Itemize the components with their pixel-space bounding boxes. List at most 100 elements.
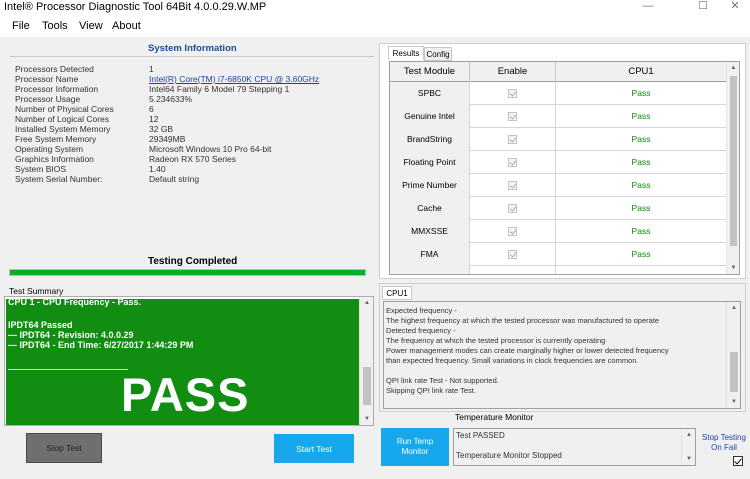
menu-about[interactable]: About	[112, 20, 141, 32]
scroll-up-icon[interactable]: ▲	[682, 429, 695, 441]
cpu1-log-text[interactable]: Expected frequency - The highest frequen…	[383, 301, 741, 409]
info-value-processor-name[interactable]: Intel(R) Core(TM) i7-6850K CPU @ 3.60GHz	[149, 74, 319, 84]
stop-testing-on-fail-label-line1: Stop Testing	[702, 433, 746, 442]
cell-enable	[470, 174, 556, 197]
enable-checkbox[interactable]	[508, 250, 517, 260]
table-row[interactable]: SPBC Pass	[390, 82, 727, 105]
summary-line: --- IPDT64 - End Time: 6/27/2017 1:44:29…	[8, 340, 194, 350]
enable-checkbox[interactable]	[508, 227, 517, 237]
info-label-operating-system: Operating System	[15, 144, 84, 154]
info-label-serial-number: System Serial Number:	[15, 174, 103, 184]
test-summary-box[interactable]: CPU 1 - CPU Frequency - Pass. IPDT64 Pas…	[4, 296, 374, 426]
log-scrollbar[interactable]: ▲ ▼	[726, 302, 740, 408]
table-row[interactable]: BrandString Pass	[390, 128, 727, 151]
log-line: Detected frequency -	[386, 326, 456, 335]
scroll-thumb[interactable]	[730, 352, 738, 392]
menu-view[interactable]: View	[79, 20, 103, 32]
cell-enable	[470, 197, 556, 220]
window-title: Intel® Processor Diagnostic Tool 64Bit 4…	[4, 1, 267, 13]
menu-file[interactable]: File	[12, 20, 30, 32]
info-label-physical-cores: Number of Physical Cores	[15, 104, 114, 114]
table-row[interactable]	[390, 266, 727, 274]
progress-fill	[10, 270, 365, 275]
summary-separator	[8, 369, 128, 370]
header-enable[interactable]: Enable	[470, 62, 556, 82]
scroll-down-icon[interactable]: ▼	[360, 413, 374, 425]
scroll-up-icon[interactable]: ▲	[727, 302, 740, 314]
scroll-up-icon[interactable]: ▲	[360, 297, 374, 309]
scroll-down-icon[interactable]: ▼	[727, 262, 739, 274]
info-value-processors-detected: 1	[149, 64, 154, 74]
cell-enable	[470, 82, 556, 105]
summary-line: --- IPDT64 - Revision: 4.0.0.29	[8, 330, 134, 340]
enable-checkbox[interactable]	[508, 181, 517, 191]
summary-line: IPDT64 Passed	[8, 320, 73, 330]
cell-enable	[470, 105, 556, 128]
scroll-thumb[interactable]	[730, 76, 737, 246]
info-value-serial-number: Default string	[149, 174, 200, 184]
run-temp-monitor-label-line1: Run Temp	[396, 437, 434, 446]
start-test-button[interactable]: Start Test	[274, 434, 354, 463]
table-row[interactable]: Genuine Intel Pass	[390, 105, 727, 128]
temp-log-line: Temperature Monitor Stopped	[456, 451, 562, 460]
progress-bar	[9, 269, 366, 276]
tab-results[interactable]: Results	[388, 46, 424, 60]
temp-log-scrollbar[interactable]: ▲ ▼	[681, 429, 695, 465]
enable-checkbox[interactable]	[508, 204, 517, 214]
run-temp-monitor-button[interactable]: Run Temp Monitor	[381, 428, 449, 466]
cell-test-module: Prime Number	[390, 174, 470, 197]
test-summary-result-area: CPU 1 - CPU Frequency - Pass. IPDT64 Pas…	[6, 299, 360, 425]
info-label-logical-cores: Number of Logical Cores	[15, 114, 110, 124]
info-label-processor-usage: Processor Usage	[15, 94, 81, 104]
enable-checkbox[interactable]	[508, 112, 517, 122]
cell-cpu1-result: Pass	[556, 128, 727, 151]
info-label-bios: System BIOS	[15, 164, 67, 174]
close-icon[interactable]: ✕	[720, 0, 750, 14]
info-value-free-memory: 29349MB	[149, 134, 186, 144]
scroll-down-icon[interactable]: ▼	[727, 396, 740, 408]
scroll-thumb[interactable]	[363, 367, 371, 405]
scroll-up-icon[interactable]: ▲	[727, 62, 739, 74]
enable-checkbox[interactable]	[508, 89, 517, 99]
cell-cpu1-result: Pass	[556, 197, 727, 220]
table-row[interactable]: Prime Number Pass	[390, 174, 727, 197]
log-line: The frequency at which the tested proces…	[386, 336, 606, 345]
header-test-module[interactable]: Test Module	[390, 62, 470, 82]
header-cpu1[interactable]: CPU1	[556, 62, 727, 82]
stop-testing-on-fail-checkbox[interactable]	[733, 456, 743, 466]
menu-tools[interactable]: Tools	[42, 20, 68, 32]
cell-cpu1-result: Pass	[556, 151, 727, 174]
pass-result-text: PASS	[121, 368, 250, 421]
log-line: QPI link rate Test - Not supported.	[386, 376, 499, 385]
info-label-graphics: Graphics Information	[15, 154, 94, 164]
maximize-icon[interactable]: ☐	[688, 0, 718, 14]
info-value-processor-usage: 5.234633%	[149, 94, 193, 104]
cell-test-module: Floating Point	[390, 151, 470, 174]
cell-cpu1-result	[556, 266, 727, 274]
stop-testing-on-fail-label-line2: On Fail	[711, 443, 737, 452]
stop-test-button[interactable]: Stop Test	[26, 433, 102, 463]
info-value-bios: 1.40	[149, 164, 166, 174]
tab-config[interactable]: Config	[424, 47, 452, 61]
grid-header: Test Module Enable CPU1	[390, 62, 727, 82]
system-info-title: System Information	[148, 43, 237, 54]
enable-checkbox[interactable]	[508, 135, 517, 145]
tab-cpu1[interactable]: CPU1	[382, 286, 412, 300]
temperature-monitor-log[interactable]: Test PASSED Temperature Monitor Stopped …	[453, 428, 696, 466]
run-temp-monitor-label: Run Temp Monitor	[397, 437, 433, 457]
enable-checkbox[interactable]	[508, 158, 517, 168]
info-label-processor-information: Processor Information	[15, 84, 99, 94]
minimize-icon[interactable]: —	[633, 0, 663, 14]
table-row[interactable]: Floating Point Pass	[390, 151, 727, 174]
table-row[interactable]: MMXSSE Pass	[390, 220, 727, 243]
info-value-installed-memory: 32 GB	[149, 124, 174, 134]
cell-cpu1-result: Pass	[556, 82, 727, 105]
cell-test-module: Cache	[390, 197, 470, 220]
cell-enable	[470, 266, 556, 274]
run-temp-monitor-label-line2: Monitor	[401, 447, 429, 456]
table-row[interactable]: Cache Pass	[390, 197, 727, 220]
table-row[interactable]: FMA Pass	[390, 243, 727, 266]
summary-scrollbar[interactable]: ▲ ▼	[359, 297, 373, 425]
grid-scrollbar[interactable]: ▲ ▼	[726, 62, 739, 274]
scroll-down-icon[interactable]: ▼	[682, 453, 695, 465]
